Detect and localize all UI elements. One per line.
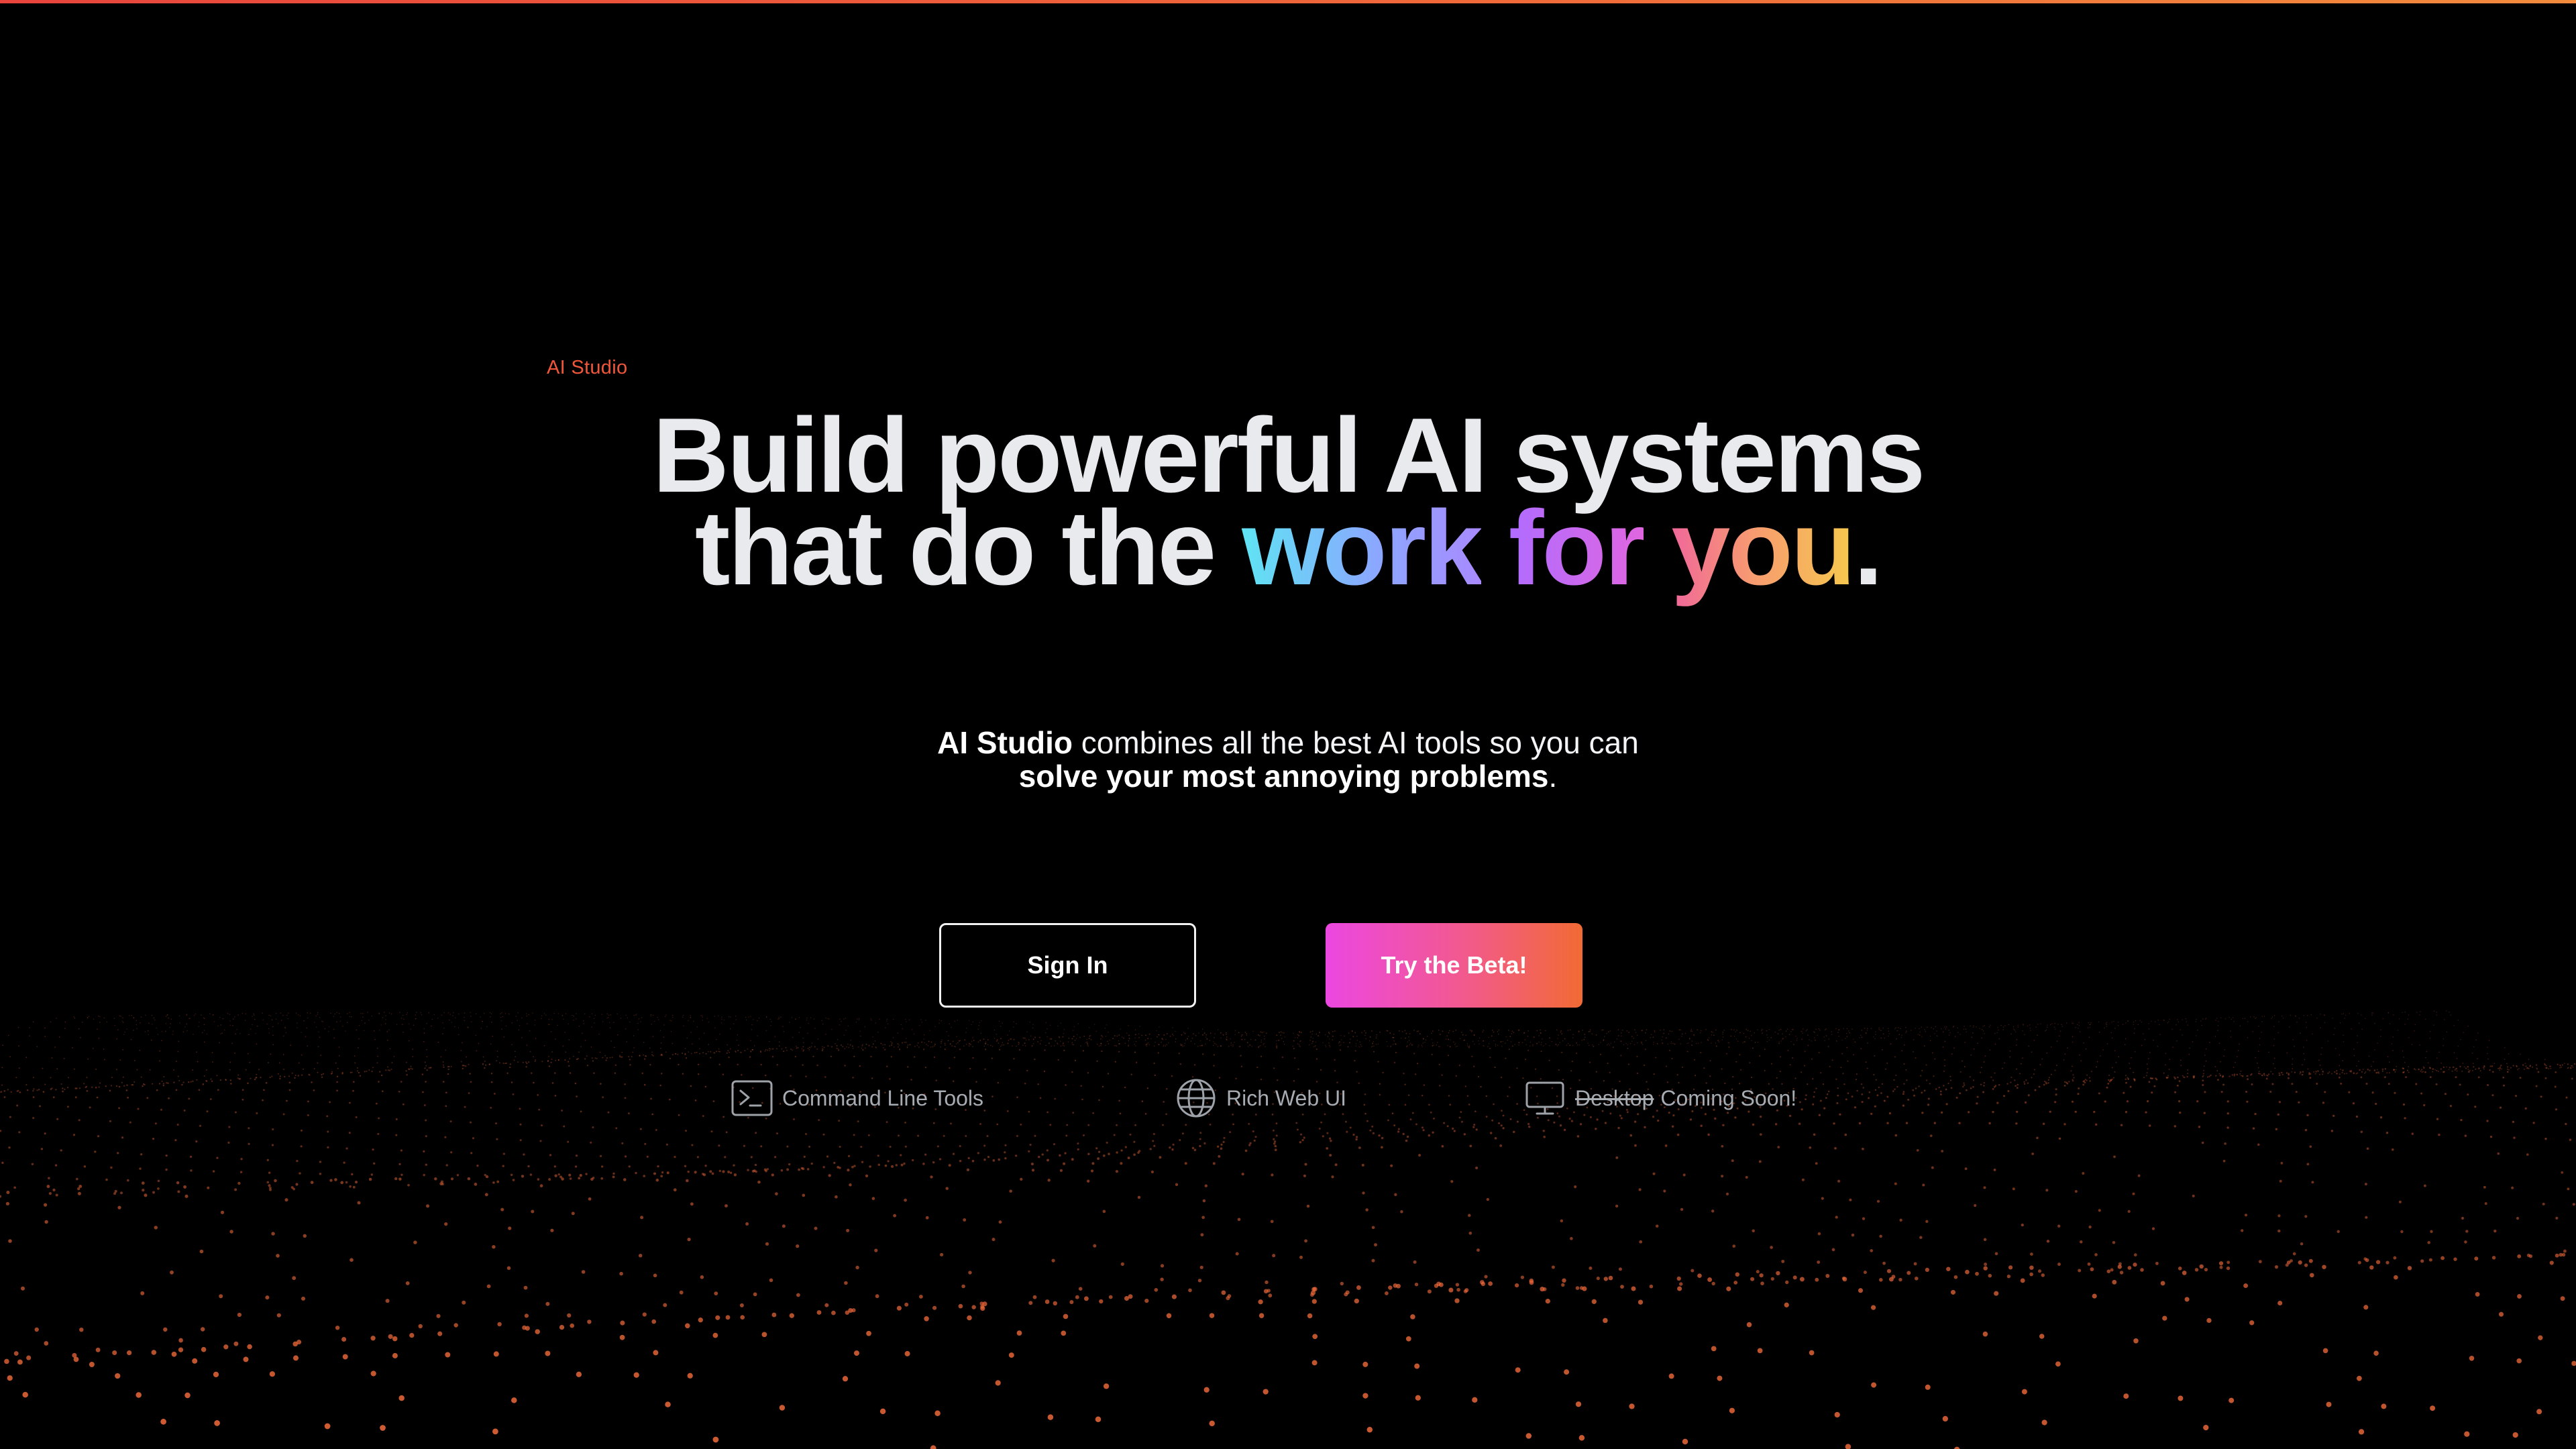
- feature-desktop-strikethrough: Desktop: [1575, 1085, 1654, 1110]
- hero-word-for: for: [1508, 489, 1646, 607]
- sign-in-button[interactable]: Sign In: [939, 923, 1196, 1008]
- subtitle-brand: AI Studio: [937, 725, 1073, 760]
- subtitle-text-2: .: [1548, 759, 1558, 794]
- hero-line-2-prefix: that do the: [694, 489, 1242, 607]
- hero-section: AI Studio Build powerful AI systems that…: [0, 0, 2576, 1449]
- feature-web-ui: Rich Web UI: [1174, 1076, 1346, 1120]
- feature-desktop: Desktop Coming Soon!: [1523, 1076, 1796, 1120]
- globe-icon: [1174, 1076, 1218, 1120]
- brand-label: AI Studio: [547, 357, 628, 378]
- hero-subtitle: AI Studio combines all the best AI tools…: [0, 726, 2576, 793]
- feature-list: Command Line Tools Rich Web UI Desktop C…: [0, 1076, 2576, 1120]
- hero-line-1: Build powerful AI systems: [652, 396, 1926, 515]
- try-beta-button[interactable]: Try the Beta!: [1326, 923, 1582, 1008]
- terminal-icon: [730, 1076, 774, 1120]
- feature-web-ui-label: Rich Web UI: [1226, 1085, 1347, 1110]
- subtitle-text-1: combines all the best AI tools so you ca…: [1073, 725, 1639, 760]
- hero-line-2: that do the work for you.: [0, 495, 2576, 601]
- subtitle-line-1: AI Studio combines all the best AI tools…: [0, 726, 2576, 759]
- feature-command-line-label: Command Line Tools: [782, 1085, 984, 1110]
- feature-desktop-label: Coming Soon!: [1660, 1085, 1797, 1110]
- hero-line-2-suffix: .: [1854, 489, 1883, 607]
- feature-command-line: Command Line Tools: [730, 1076, 983, 1120]
- hero-word-work: work: [1242, 489, 1483, 607]
- hero-word-you: you: [1671, 489, 1856, 607]
- monitor-icon: [1523, 1076, 1567, 1120]
- subtitle-line-2: solve your most annoying problems.: [0, 759, 2576, 793]
- subtitle-emphasis: solve your most annoying problems: [1018, 759, 1549, 794]
- hero-headline: Build powerful AI systems that do the wo…: [0, 396, 2576, 601]
